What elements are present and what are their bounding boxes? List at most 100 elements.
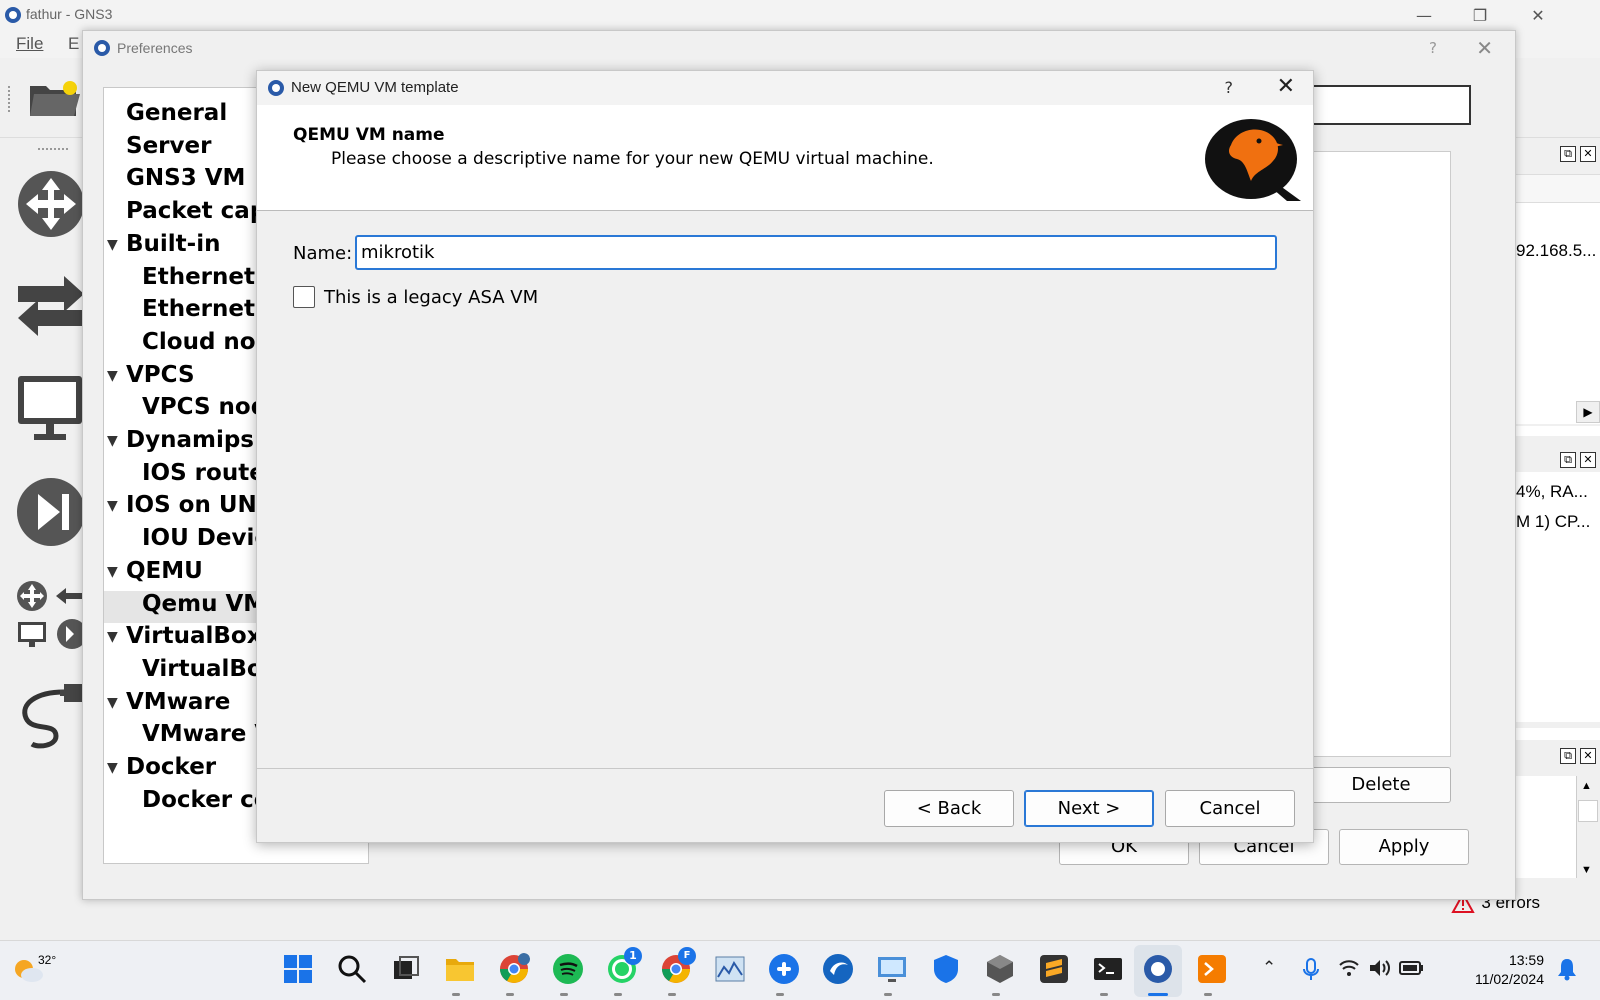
expand-arrow-icon[interactable]: ▼ <box>107 564 118 580</box>
servers-summary-list[interactable]: 4%, RA... M 1) CP... <box>1514 472 1600 722</box>
minimize-icon[interactable]: — <box>1396 0 1452 30</box>
tray-overflow-icon[interactable]: ⌃ <box>1262 958 1276 978</box>
console-area[interactable]: ▲ ▼ <box>1514 776 1600 880</box>
switch-device-icon[interactable] <box>16 274 86 338</box>
legacy-asa-label[interactable]: This is a legacy ASA VM <box>324 287 538 308</box>
router-device-icon[interactable] <box>16 168 86 240</box>
dock-close-icon[interactable]: ✕ <box>1580 748 1596 764</box>
wizard-close-icon[interactable]: ✕ <box>1277 74 1295 99</box>
template-name-field[interactable] <box>1311 85 1471 125</box>
wireshark-icon[interactable] <box>822 953 854 985</box>
task-view-icon[interactable] <box>390 953 422 985</box>
powershell-icon[interactable] <box>1196 953 1228 985</box>
terminal-icon[interactable] <box>1092 953 1124 985</box>
clock[interactable]: 13:59 11/02/2024 <box>1475 951 1544 989</box>
preferences-help-icon[interactable]: ? <box>1429 39 1437 57</box>
tree-item[interactable]: ▼ VMware <box>104 689 230 721</box>
all-devices-icon[interactable] <box>16 578 86 650</box>
template-list-panel[interactable] <box>1311 151 1451 757</box>
gns3-taskbar-icon[interactable] <box>1142 953 1174 985</box>
windows-start-icon[interactable] <box>282 953 314 985</box>
expand-arrow-icon[interactable]: ▼ <box>107 237 118 253</box>
expand-arrow-icon[interactable]: ▼ <box>107 760 118 776</box>
tree-item[interactable]: Packet capt <box>104 198 277 230</box>
search-icon[interactable] <box>336 953 368 985</box>
topology-summary-dock: ⧉ ✕ 92.168.5... ▶ <box>1514 138 1600 426</box>
tree-item[interactable]: General <box>104 100 227 132</box>
security-device-icon[interactable] <box>16 476 86 548</box>
open-folder-icon[interactable] <box>28 78 82 118</box>
end-device-icon[interactable] <box>16 374 86 446</box>
apply-button[interactable]: Apply <box>1339 829 1469 865</box>
tree-item[interactable]: VirtualBox <box>104 656 278 688</box>
tree-item[interactable]: GNS3 VM <box>104 165 245 197</box>
wizard-cancel-button[interactable]: Cancel <box>1165 790 1295 827</box>
tree-item[interactable]: ▼ QEMU <box>104 558 203 590</box>
spotify-icon[interactable] <box>552 953 584 985</box>
expand-arrow-icon[interactable]: ▼ <box>107 433 118 449</box>
add-link-icon[interactable] <box>16 682 86 754</box>
servers-line-2: M 1) CP... <box>1516 512 1591 531</box>
resource-monitor-icon[interactable] <box>714 953 746 985</box>
wizard-help-icon[interactable]: ? <box>1225 78 1234 97</box>
dock-float-icon[interactable]: ⧉ <box>1560 748 1576 764</box>
expand-arrow-icon[interactable]: ▼ <box>107 629 118 645</box>
scrollbar-thumb[interactable] <box>1578 800 1598 822</box>
running-indicator <box>614 993 622 996</box>
tree-item[interactable]: Ethernet h <box>104 264 279 296</box>
dock-float-icon[interactable]: ⧉ <box>1560 452 1576 468</box>
dock-float-icon[interactable]: ⧉ <box>1560 146 1576 162</box>
file-explorer-icon[interactable] <box>444 953 476 985</box>
tree-item[interactable]: ▼ Dynamips <box>104 427 254 459</box>
battery-icon[interactable] <box>1398 959 1424 977</box>
volume-icon[interactable] <box>1368 957 1392 979</box>
expand-arrow-icon[interactable]: ▼ <box>107 368 118 384</box>
preferences-close-icon[interactable]: ✕ <box>1476 36 1493 60</box>
slack-icon[interactable] <box>768 953 800 985</box>
next-button[interactable]: Next > <box>1024 790 1154 827</box>
expand-arrow-icon[interactable]: ▼ <box>107 695 118 711</box>
tree-item[interactable]: IOS router <box>104 460 276 492</box>
servers-line-1: 4%, RA... <box>1516 482 1588 501</box>
tree-item[interactable]: ▼ VPCS <box>104 362 195 394</box>
devices-grip <box>38 148 68 152</box>
expand-arrow-icon[interactable]: ▼ <box>107 498 118 514</box>
security-shield-icon[interactable] <box>930 953 962 985</box>
wizard-title: New QEMU VM template <box>291 79 459 96</box>
close-window-icon[interactable]: ✕ <box>1510 0 1566 30</box>
virtualbox-icon[interactable] <box>984 953 1016 985</box>
chrome-profile-icon[interactable]: F <box>660 947 696 985</box>
tree-item[interactable]: VMware V <box>104 721 272 753</box>
vm-name-input[interactable] <box>355 235 1277 270</box>
back-button[interactable]: < Back <box>884 790 1014 827</box>
scroll-up-icon[interactable]: ▲ <box>1581 780 1592 792</box>
running-indicator <box>452 993 460 996</box>
dock-close-icon[interactable]: ✕ <box>1580 146 1596 162</box>
tree-item-label: VirtualBox <box>126 623 262 650</box>
menu-file[interactable]: File <box>16 34 43 54</box>
scroll-down-icon[interactable]: ▼ <box>1581 864 1592 876</box>
sublime-icon[interactable] <box>1038 953 1070 985</box>
menu-edit[interactable]: E <box>68 34 79 54</box>
remote-desktop-icon[interactable] <box>876 953 908 985</box>
weather-widget[interactable]: 32° <box>10 951 56 991</box>
tree-item-label: Built-in <box>126 230 221 257</box>
tree-item[interactable]: ▼ Built-in <box>104 231 220 263</box>
notification-bell-icon[interactable] <box>1556 957 1578 981</box>
wifi-icon[interactable] <box>1338 957 1360 979</box>
tree-item[interactable]: Server <box>104 133 211 165</box>
whatsapp-icon[interactable]: 1 <box>606 947 642 985</box>
tree-item[interactable]: Cloud nod <box>104 329 272 361</box>
console-scrollbar[interactable]: ▲ ▼ <box>1576 776 1600 880</box>
tree-item[interactable]: Docker co <box>104 787 270 819</box>
tree-item[interactable]: ▼ VirtualBox <box>104 623 262 655</box>
topology-summary-list[interactable]: 92.168.5... ▶ <box>1514 174 1600 424</box>
dock-close-icon[interactable]: ✕ <box>1580 452 1596 468</box>
chrome-icon[interactable] <box>498 953 530 985</box>
microphone-icon[interactable] <box>1302 957 1320 981</box>
legacy-asa-checkbox[interactable] <box>293 286 315 308</box>
tree-item[interactable]: ▼ Docker <box>104 754 216 786</box>
delete-button[interactable]: Delete <box>1311 767 1451 803</box>
scroll-right-icon[interactable]: ▶ <box>1576 401 1600 423</box>
restore-icon[interactable]: ❐ <box>1452 0 1508 30</box>
